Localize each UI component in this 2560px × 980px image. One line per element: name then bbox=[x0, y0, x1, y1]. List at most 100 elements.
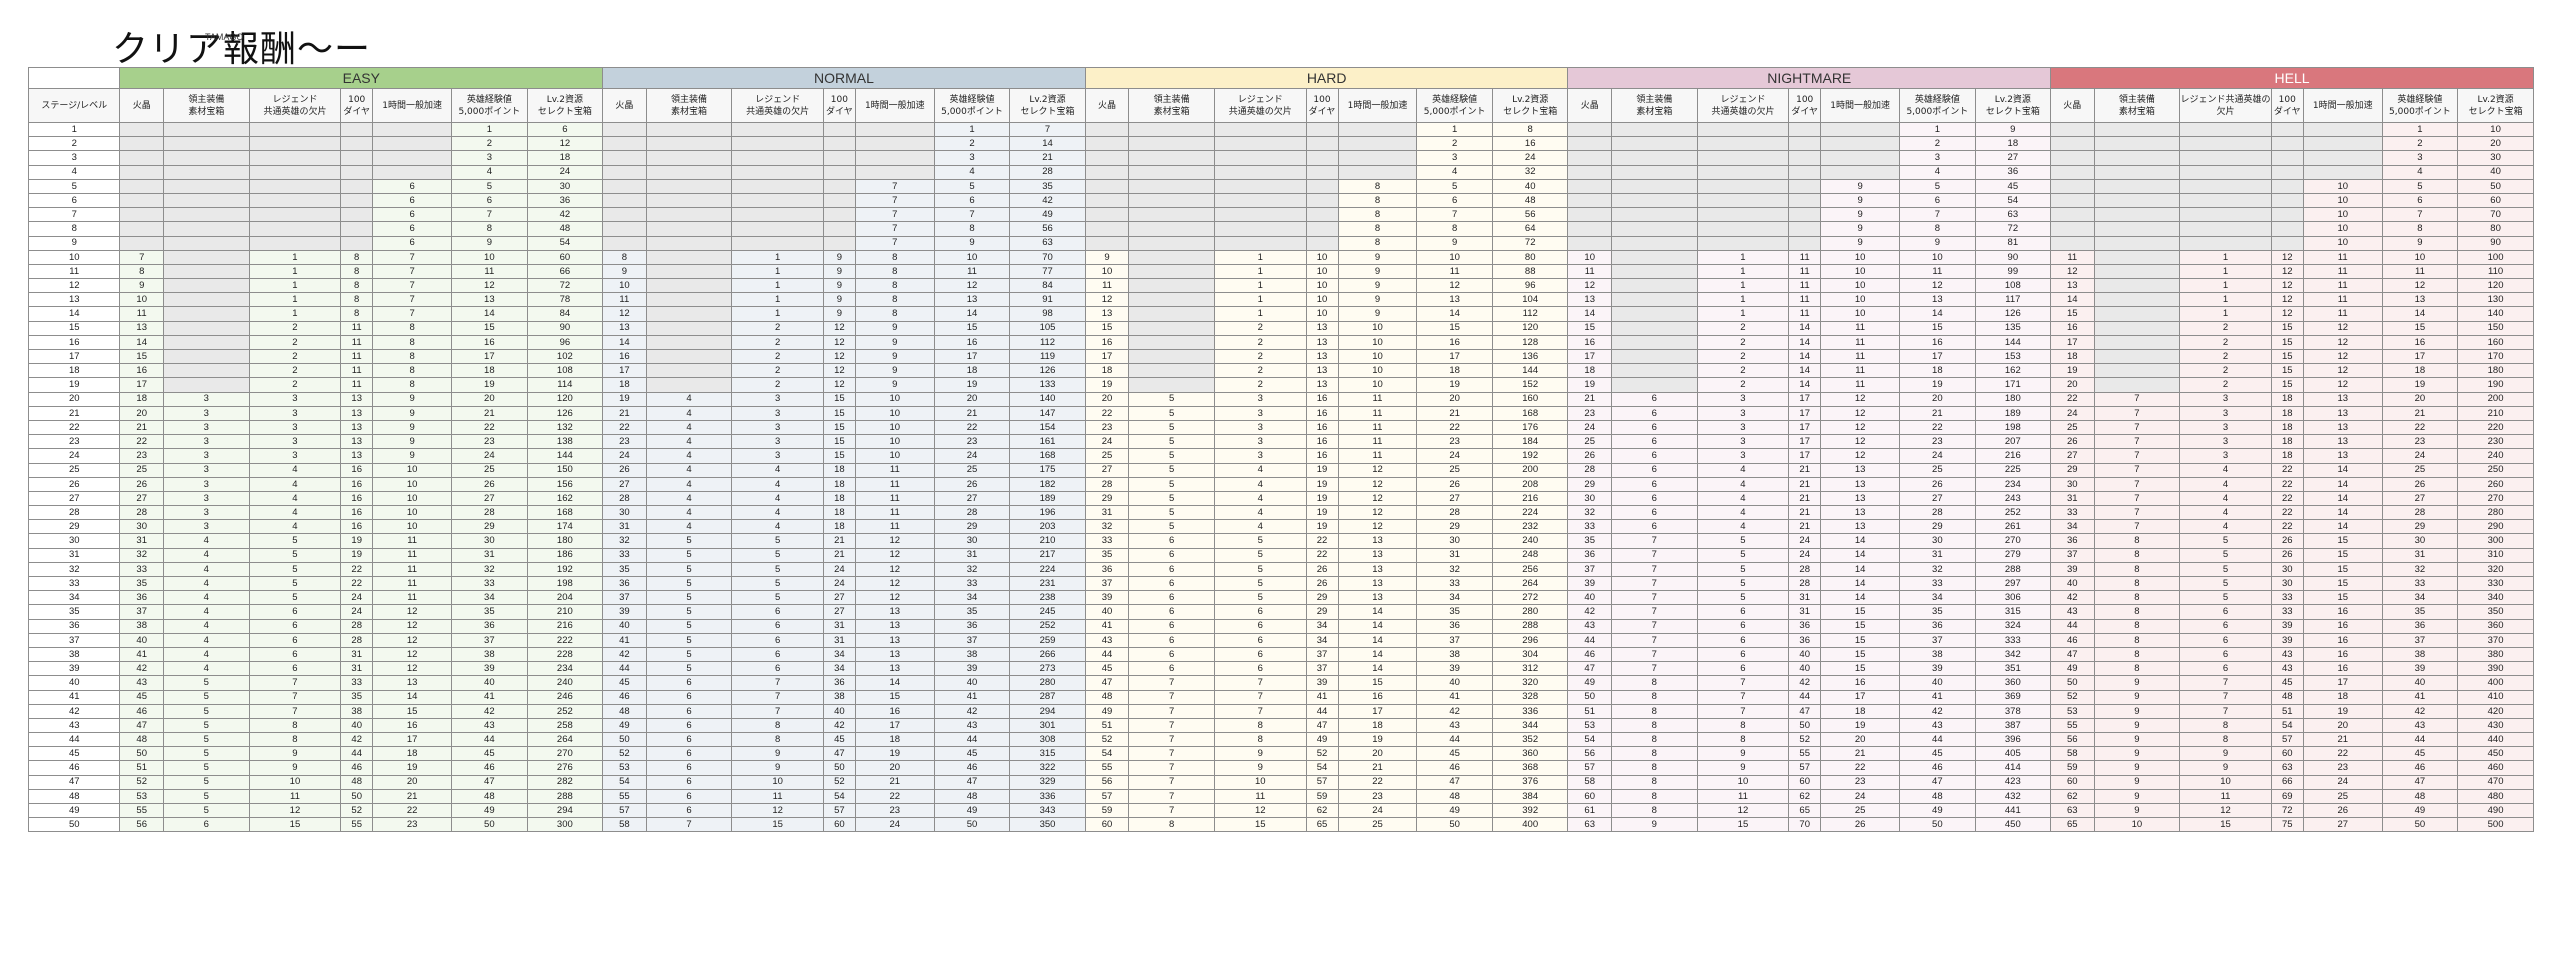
table-cell: 16 bbox=[119, 363, 164, 379]
table-cell: 39 bbox=[2050, 561, 2095, 578]
table-cell: 19 bbox=[2050, 363, 2095, 379]
table-cell: 46 bbox=[451, 760, 528, 776]
table-cell: 7 bbox=[1899, 207, 1976, 223]
table-cell bbox=[1084, 221, 1130, 237]
table-cell: 10 bbox=[1337, 320, 1418, 336]
table-cell bbox=[372, 150, 453, 166]
table-cell: 7 bbox=[1214, 703, 1307, 719]
table-cell: 6 bbox=[372, 178, 453, 194]
table-cell bbox=[1084, 136, 1130, 152]
table-cell: 51 bbox=[1084, 717, 1130, 734]
table-cell bbox=[162, 348, 250, 365]
table-cell: 13 bbox=[372, 675, 453, 691]
table-cell: 5 bbox=[2179, 575, 2272, 592]
stage-level-cell: 50 bbox=[27, 817, 121, 833]
table-cell: 5 bbox=[1696, 575, 1790, 592]
table-cell: 37 bbox=[451, 632, 528, 648]
table-cell: 470 bbox=[2457, 774, 2534, 790]
table-cell bbox=[645, 263, 733, 280]
table-cell: 4 bbox=[451, 164, 528, 180]
table-cell: 7 bbox=[1128, 689, 1216, 705]
table-row: 5 6 5 30 7 5 35 8 5 40 9 5 45 10 5 50 bbox=[27, 178, 2534, 194]
table-cell: 126 bbox=[1974, 306, 2052, 322]
table-cell: 28 bbox=[451, 505, 528, 521]
table-cell: 15 bbox=[2270, 348, 2304, 365]
table-cell: 6 bbox=[1610, 419, 1698, 436]
table-cell: 15 bbox=[2179, 817, 2272, 833]
table-cell: 208 bbox=[1491, 476, 1569, 492]
table-cell: 12 bbox=[1337, 462, 1418, 478]
table-cell: 10 bbox=[372, 462, 453, 478]
table-cell: 18 bbox=[2270, 391, 2304, 407]
table-cell: 48 bbox=[1084, 689, 1130, 705]
table-cell: 45 bbox=[933, 746, 1011, 762]
table-cell bbox=[2093, 235, 2181, 251]
table-cell: 12 bbox=[1820, 448, 1901, 464]
table-cell: 6 bbox=[2179, 604, 2272, 620]
column-header: 火晶 bbox=[1567, 88, 1612, 123]
stage-level-cell: 42 bbox=[27, 703, 121, 719]
table-cell: 1 bbox=[248, 249, 342, 265]
table-cell: 6 bbox=[645, 732, 733, 748]
table-cell: 15 bbox=[451, 320, 528, 336]
table-cell: 48 bbox=[602, 703, 647, 719]
table-row: 8 6 8 48 7 8 56 8 8 64 9 8 72 10 8 80 bbox=[27, 221, 2534, 237]
table-cell: 13 bbox=[1820, 476, 1901, 492]
table-cell: 31 bbox=[2381, 547, 2459, 563]
table-cell: 36 bbox=[1788, 632, 1822, 648]
table-cell: 189 bbox=[1009, 490, 1086, 507]
table-cell bbox=[2050, 207, 2095, 223]
table-cell: 8 bbox=[1337, 207, 1418, 223]
table-cell: 47 bbox=[1416, 774, 1493, 790]
table-cell: 13 bbox=[2302, 405, 2383, 421]
table-cell: 4 bbox=[2179, 505, 2272, 521]
stage-level-cell: 33 bbox=[27, 575, 121, 592]
table-cell bbox=[1214, 164, 1307, 180]
table-cell: 8 bbox=[1610, 675, 1698, 691]
table-cell: 168 bbox=[526, 505, 604, 521]
table-cell: 10 bbox=[854, 391, 935, 407]
table-cell: 24 bbox=[1788, 547, 1822, 563]
table-cell bbox=[2093, 207, 2181, 223]
table-cell: 10 bbox=[2302, 221, 2383, 237]
table-cell: 40 bbox=[1416, 675, 1493, 691]
table-cell: 297 bbox=[1974, 575, 2052, 592]
table-cell bbox=[1305, 136, 1339, 152]
table-cell: 1 bbox=[2179, 263, 2272, 280]
table-cell bbox=[731, 121, 824, 138]
table-cell: 45 bbox=[2270, 675, 2304, 691]
table-cell: 17 bbox=[1788, 419, 1822, 436]
table-cell: 13 bbox=[340, 405, 374, 421]
column-header: 英雄経験値 5,000ポイント bbox=[451, 88, 528, 123]
table-cell: 14 bbox=[1788, 377, 1822, 393]
table-cell bbox=[1128, 150, 1216, 166]
column-header: 100 ダイヤ bbox=[1788, 88, 1822, 123]
table-cell bbox=[1610, 235, 1698, 251]
table-cell: 14 bbox=[1337, 618, 1418, 634]
table-cell: 10 bbox=[1416, 249, 1493, 265]
table-cell: 14 bbox=[2050, 292, 2095, 308]
table-cell: 17 bbox=[1788, 434, 1822, 450]
table-cell: 110 bbox=[2457, 263, 2534, 280]
table-row: 36 38 4 6 28 12 36 216 40 5 6 31 13 36 252 41 6 6 34 14 36 28… bbox=[27, 618, 2534, 634]
table-cell bbox=[645, 348, 733, 365]
table-cell: 11 bbox=[248, 788, 342, 805]
table-cell bbox=[1128, 348, 1216, 365]
table-cell: 6 bbox=[1128, 618, 1216, 634]
table-cell: 57 bbox=[1084, 788, 1130, 805]
table-cell: 21 bbox=[933, 405, 1011, 421]
table-cell: 59 bbox=[1305, 788, 1339, 805]
table-cell: 40 bbox=[2457, 164, 2534, 180]
table-cell: 8 bbox=[1337, 235, 1418, 251]
table-cell: 3 bbox=[2179, 419, 2272, 436]
stage-level-cell: 47 bbox=[27, 774, 121, 790]
column-header: 領主装備 素材宝箱 bbox=[645, 88, 733, 123]
table-cell: 20 bbox=[1820, 732, 1901, 748]
table-cell: 9 bbox=[822, 278, 856, 294]
table-cell: 13 bbox=[1305, 334, 1339, 351]
table-cell: 224 bbox=[1491, 505, 1569, 521]
table-cell: 352 bbox=[1491, 732, 1569, 748]
table-row: 4 4 24 4 28 4 32 4 36 4 40 bbox=[27, 164, 2534, 180]
table-cell: 8 bbox=[1610, 802, 1698, 819]
table-cell bbox=[645, 121, 733, 138]
